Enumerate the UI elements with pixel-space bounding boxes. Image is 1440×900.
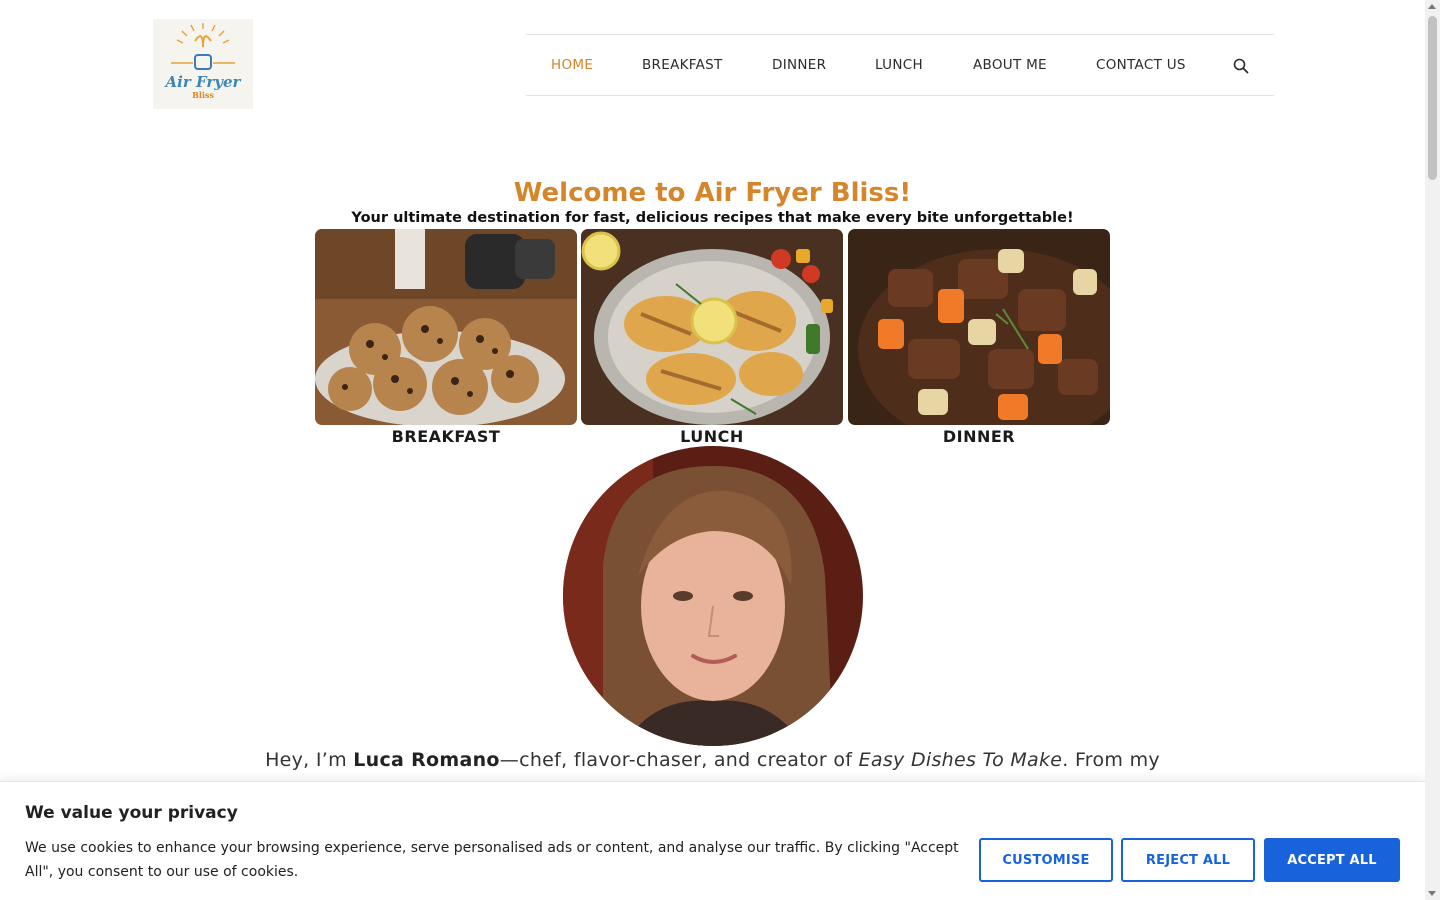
page-scrollbar[interactable]: [1425, 0, 1440, 900]
page-title: Welcome to Air Fryer Bliss!: [513, 178, 912, 208]
author-portrait: [563, 446, 863, 746]
dinner-label[interactable]: DINNER: [848, 427, 1110, 446]
author-intro: Hey, I’m Luca Romano—chef, flavor-chaser…: [0, 749, 1425, 771]
scroll-up-icon[interactable]: [1428, 4, 1436, 9]
scroll-down-icon[interactable]: [1428, 891, 1436, 896]
lunch-label[interactable]: LUNCH: [581, 427, 843, 446]
intro-prefix: Hey, I’m: [265, 749, 354, 771]
cookie-banner-title: We value your privacy: [25, 803, 238, 823]
page-subtitle: Your ultimate destination for fast, deli…: [351, 210, 1074, 226]
nav-lunch[interactable]: LUNCH: [875, 57, 923, 73]
nav-dinner[interactable]: DINNER: [772, 57, 826, 73]
site-name: Easy Dishes To Make: [858, 749, 1063, 771]
scrollbar-thumb[interactable]: [1428, 16, 1437, 180]
reject-all-button[interactable]: REJECT ALL: [1121, 838, 1255, 882]
dinner-card-image[interactable]: [848, 229, 1110, 425]
search-icon[interactable]: [1232, 57, 1250, 75]
intro-middle: —chef, flavor-chaser, and creator of: [499, 749, 859, 771]
breakfast-label[interactable]: BREAKFAST: [315, 427, 577, 446]
lunch-card-image[interactable]: [581, 229, 843, 425]
nav-home[interactable]: HOME: [551, 57, 593, 73]
main-navigation: HOME BREAKFAST DINNER LUNCH ABOUT ME CON…: [526, 34, 1274, 96]
air-fryer-logo-image: Air Fryer Bliss: [153, 19, 253, 109]
logo-subtext: Bliss: [192, 90, 214, 100]
breakfast-card-image[interactable]: [315, 229, 577, 425]
nav-about-me[interactable]: ABOUT ME: [973, 57, 1047, 73]
nav-contact-us[interactable]: CONTACT US: [1096, 57, 1186, 73]
accept-all-button[interactable]: ACCEPT ALL: [1264, 838, 1400, 882]
site-logo[interactable]: Air Fryer Bliss: [153, 19, 253, 109]
customise-button[interactable]: CUSTOMISE: [979, 838, 1113, 882]
author-name: Luca Romano: [353, 749, 500, 771]
logo-text: Air Fryer: [164, 73, 242, 91]
cookie-banner-text: We use cookies to enhance your browsing …: [25, 840, 959, 880]
cookie-consent-banner: We value your privacy We use cookies to …: [0, 781, 1425, 900]
nav-breakfast[interactable]: BREAKFAST: [642, 57, 723, 73]
intro-suffix: . From my: [1062, 749, 1160, 771]
